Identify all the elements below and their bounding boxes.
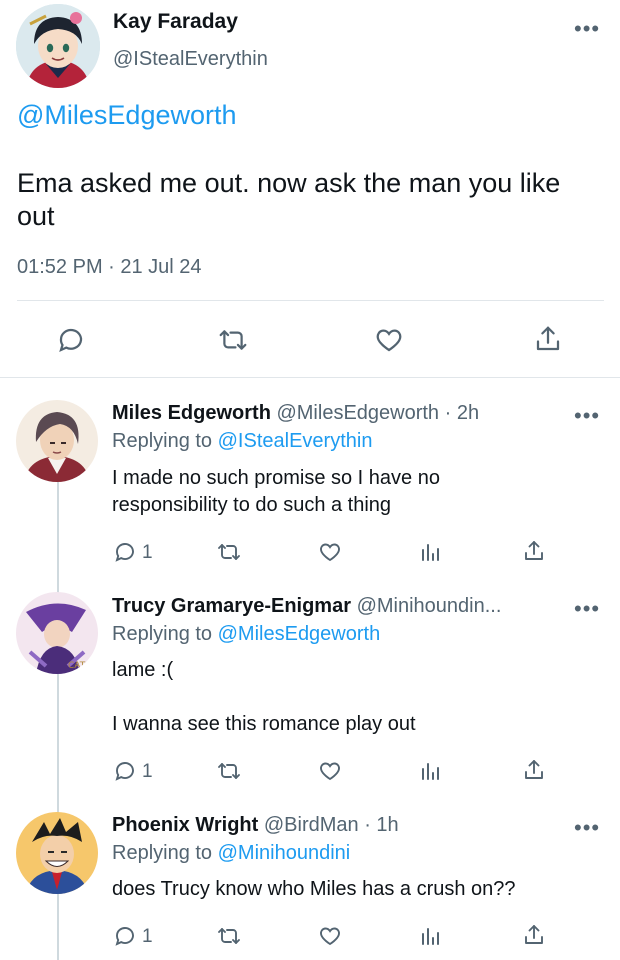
heart-icon[interactable] xyxy=(374,325,404,355)
heart-icon[interactable] xyxy=(317,540,343,564)
share-icon[interactable] xyxy=(533,324,563,354)
retweet-icon[interactable] xyxy=(216,759,242,783)
share-icon[interactable] xyxy=(522,923,546,947)
avatar-phoenix-wright[interactable] xyxy=(16,812,98,894)
reply-bubble-icon[interactable] xyxy=(113,540,137,564)
tweet-timestamp: 01:52 PM · 21 Jul 24 xyxy=(17,256,202,278)
reply-author-meta[interactable]: @BirdMan · 1h xyxy=(264,814,399,836)
divider xyxy=(0,377,620,378)
replying-to-link[interactable]: @Minihoundini xyxy=(218,842,351,864)
analytics-icon[interactable] xyxy=(419,540,443,564)
avatar-miles-edgeworth[interactable] xyxy=(16,400,98,482)
replying-to-label: Replying to xyxy=(112,842,213,864)
reply-author-meta[interactable]: @MilesEdgeworth · 2h xyxy=(276,402,479,424)
author-handle[interactable]: @IStealEverythin xyxy=(113,48,268,71)
divider xyxy=(17,300,604,301)
reply-author-name[interactable]: Phoenix Wright xyxy=(112,814,258,836)
more-dots-icon[interactable]: ••• xyxy=(574,405,600,427)
reply-count: 1 xyxy=(142,542,153,563)
reply-bubble-icon[interactable] xyxy=(56,325,86,355)
reply-text-line: does Trucy know who Miles has a crush on… xyxy=(112,878,516,900)
retweet-icon[interactable] xyxy=(217,325,249,355)
replying-to-link[interactable]: @IStealEverythin xyxy=(218,430,373,452)
tweet-text: Ema asked me out. now ask the man you li… xyxy=(17,168,561,231)
reply-author-meta[interactable]: @Minihoundin... xyxy=(357,595,502,617)
heart-icon[interactable] xyxy=(317,759,343,783)
avatar-kay-faraday[interactable] xyxy=(16,4,100,88)
reply-text-line: I wanna see this romance play out xyxy=(112,713,416,735)
reply-author-name[interactable]: Trucy Gramarye-Enigmar xyxy=(112,595,351,617)
reply-text-line: lame :( xyxy=(112,659,174,681)
share-icon[interactable] xyxy=(522,539,546,563)
analytics-icon[interactable] xyxy=(419,924,443,948)
reply-bubble-icon[interactable] xyxy=(113,924,137,948)
replying-to-link[interactable]: @MilesEdgeworth xyxy=(218,623,381,645)
mention-link[interactable]: @MilesEdgeworth xyxy=(17,100,237,131)
reply-text-line: responsibility to do such a thing xyxy=(112,494,392,516)
retweet-icon[interactable] xyxy=(216,540,242,564)
more-dots-icon[interactable]: ••• xyxy=(574,598,600,620)
reply-count: 1 xyxy=(142,926,153,947)
reply-bubble-icon[interactable] xyxy=(113,759,137,783)
author-name[interactable]: Kay Faraday xyxy=(113,10,238,34)
reply-count: 1 xyxy=(142,761,153,782)
svg-text:CAT: CAT xyxy=(68,661,86,671)
more-dots-icon[interactable]: ••• xyxy=(574,18,600,40)
retweet-icon[interactable] xyxy=(216,924,242,948)
heart-icon[interactable] xyxy=(317,924,343,948)
replying-to-label: Replying to xyxy=(112,623,213,645)
share-icon[interactable] xyxy=(522,758,546,782)
replying-to-label: Replying to xyxy=(112,430,213,452)
avatar-trucy-gramarye[interactable]: CAT xyxy=(16,592,98,674)
more-dots-icon[interactable]: ••• xyxy=(574,817,600,839)
analytics-icon[interactable] xyxy=(419,759,443,783)
reply-author-name[interactable]: Miles Edgeworth xyxy=(112,402,271,424)
reply-text-line: I made no such promise so I have no xyxy=(112,467,440,489)
